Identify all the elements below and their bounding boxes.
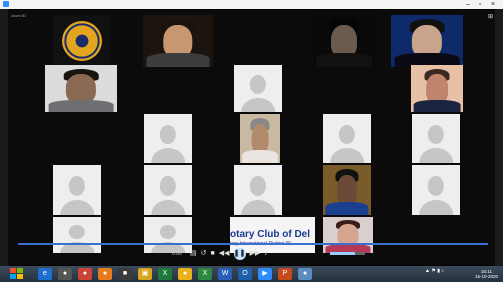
participant-tile-no-video[interactable] <box>53 217 101 253</box>
participant-tile-1[interactable] <box>143 15 213 67</box>
chrome-icon-2[interactable]: ● <box>178 268 192 280</box>
clock-date: 16-10-2020 <box>475 274 499 279</box>
app-icon[interactable]: ■ <box>118 268 132 280</box>
gallery-view-icon[interactable]: ⊞ <box>488 13 493 20</box>
participant-tile-no-video[interactable] <box>234 65 282 112</box>
participant-tile-no-video[interactable] <box>144 217 192 253</box>
participant-tile-rotary-logo[interactable] <box>53 15 111 67</box>
volume-slider[interactable] <box>330 252 365 255</box>
minimize-icon[interactable]: – <box>463 0 473 9</box>
participant-tile-no-video[interactable] <box>144 165 192 215</box>
playback-progress-bar[interactable] <box>18 243 488 245</box>
zoom-taskbar-icon[interactable]: ▶ <box>258 268 272 280</box>
participant-tile-no-video[interactable] <box>412 114 460 163</box>
outlook-icon[interactable]: O <box>238 268 252 280</box>
powerpoint-icon[interactable]: P <box>278 268 292 280</box>
participant-tile-no-video[interactable] <box>323 114 371 163</box>
rewind-icon[interactable]: ↺ <box>201 249 207 259</box>
participant-tile-6[interactable] <box>240 114 280 163</box>
next-icon[interactable]: ▶▶ <box>250 249 261 259</box>
participant-tile-no-video[interactable] <box>53 165 101 215</box>
participant-tile-3[interactable] <box>391 15 463 67</box>
participant-tile-4[interactable] <box>45 65 117 112</box>
system-tray[interactable]: ▲ ⚑ ▮ ♪ <box>425 268 444 280</box>
playback-time: 0:00 <box>172 251 182 257</box>
chrome-icon[interactable]: ● <box>78 268 92 280</box>
excel-icon-2[interactable]: X <box>198 268 212 280</box>
participant-tile-no-video[interactable] <box>412 165 460 215</box>
mute-icon[interactable]: ♪ <box>264 249 268 259</box>
meeting-id-label[interactable]: zoom ID <box>11 13 26 18</box>
close-icon[interactable]: × <box>488 0 498 9</box>
folder-icon[interactable]: ▣ <box>138 268 152 280</box>
banner-title: otary Club of Del <box>230 229 311 240</box>
right-margin <box>495 9 503 282</box>
title-bar: – ▫ × <box>0 0 503 9</box>
participant-tile-2[interactable] <box>313 15 375 67</box>
gallery-view: zoom ID ⊞ otary Club of Del <box>8 10 495 265</box>
paint-icon[interactable]: ● <box>298 268 312 280</box>
previous-icon[interactable]: ◀◀ <box>219 249 230 259</box>
zoom-window: – ▫ × zoom ID ⊞ otary Club of Del 0:00 ▤… <box>0 0 503 282</box>
media-player-icon[interactable]: ● <box>58 268 72 280</box>
taskbar-clock[interactable]: 16:11 16-10-2020 <box>475 269 498 279</box>
stop-icon[interactable]: ■ <box>211 249 215 259</box>
firefox-icon[interactable]: ● <box>98 268 112 280</box>
maximize-icon[interactable]: ▫ <box>475 0 485 9</box>
zoom-app-icon[interactable] <box>3 1 9 7</box>
internet-explorer-icon[interactable]: e <box>38 268 52 280</box>
participant-tile-no-video[interactable] <box>234 165 282 215</box>
subtitles-icon[interactable]: ▤ <box>190 249 197 259</box>
word-icon[interactable]: W <box>218 268 232 280</box>
windows-start-icon[interactable] <box>10 268 24 280</box>
participant-tile-5[interactable] <box>411 65 463 112</box>
pause-button[interactable]: ❚❚ <box>233 248 246 260</box>
playback-controls: ▤ ↺ ■ ◀◀ ❚❚ ▶▶ ♪ <box>190 248 325 260</box>
excel-icon[interactable]: X <box>158 268 172 280</box>
participant-tile-7[interactable] <box>323 165 371 215</box>
participant-tile-8[interactable] <box>323 217 373 253</box>
rotary-wheel-icon <box>62 21 102 61</box>
participant-tile-no-video[interactable] <box>144 114 192 163</box>
windows-taskbar: e ● ● ● ■ ▣ X ● X W O ▶ P ● ▲ ⚑ ▮ ♪ 16:11 16-10-2020 <box>0 266 503 282</box>
